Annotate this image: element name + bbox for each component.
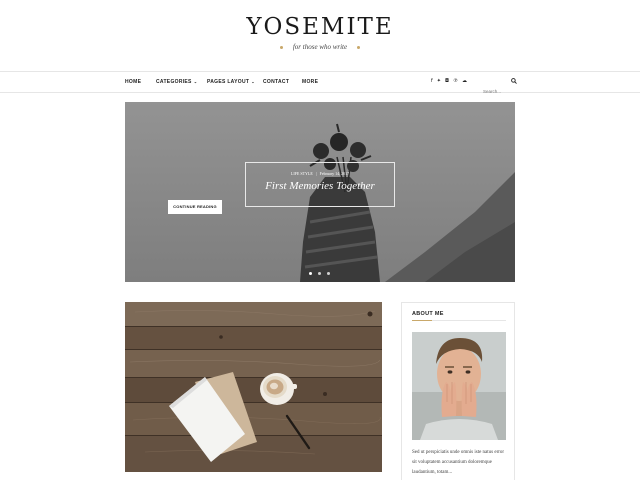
nav-item-label: PAGES LAYOUT bbox=[207, 79, 250, 85]
site-header: YOSEMITE for those who write bbox=[0, 0, 640, 72]
chevron-down-icon: ⌄ bbox=[251, 79, 255, 84]
nav-item-pages-layout[interactable]: PAGES LAYOUT ⌄ bbox=[207, 79, 255, 85]
nav-item-label: HOME bbox=[125, 79, 142, 85]
slider-dot[interactable] bbox=[327, 272, 330, 275]
slide-date: February 14, 2017 bbox=[319, 171, 350, 176]
nav-inner: HOME CATEGORIES ⌄ PAGES LAYOUT ⌄ CONTACT M… bbox=[125, 72, 517, 96]
nav-item-label: CONTACT bbox=[263, 79, 290, 85]
instagram-icon[interactable]: ◘ bbox=[445, 78, 449, 84]
about-text: Sed ut perspiciatis unde omnis iste natu… bbox=[412, 450, 505, 475]
soundcloud-icon[interactable]: ☁ bbox=[462, 78, 467, 84]
nav-item-categories[interactable]: CATEGORIES ⌄ bbox=[156, 79, 197, 85]
search-input[interactable] bbox=[483, 87, 507, 96]
tagline-dot-right bbox=[357, 45, 361, 49]
slider-dot-active[interactable] bbox=[309, 272, 312, 275]
nav-item-contact[interactable]: CONTACT bbox=[263, 79, 289, 85]
twitter-icon[interactable]: ✦ bbox=[437, 78, 441, 84]
search-box bbox=[483, 78, 517, 96]
meta-separator: | bbox=[315, 171, 317, 176]
slide-category[interactable]: LIFE STYLE bbox=[291, 171, 313, 176]
author-photo bbox=[412, 332, 506, 440]
chevron-down-icon: ⌄ bbox=[193, 79, 198, 84]
site-logo[interactable]: YOSEMITE bbox=[0, 14, 640, 40]
nav-item-label: CATEGORIES bbox=[156, 79, 192, 85]
slider-dot[interactable] bbox=[318, 272, 321, 275]
nav-item-more[interactable]: MORE bbox=[302, 79, 318, 85]
slide-title[interactable]: First Memories Together bbox=[246, 180, 394, 192]
slide-caption: LIFE STYLE | February 14, 2017 First Memor… bbox=[245, 162, 395, 207]
continue-reading-button[interactable]: CONTINUE READING bbox=[168, 200, 222, 214]
tagline-text: for those who write bbox=[292, 43, 348, 51]
desk-photo bbox=[125, 302, 382, 472]
nav-item-home[interactable]: HOME bbox=[125, 79, 141, 85]
facebook-icon[interactable]: f bbox=[431, 78, 433, 84]
post-featured-image[interactable] bbox=[125, 302, 382, 472]
nav-item-label: MORE bbox=[302, 79, 319, 85]
tagline: for those who write bbox=[0, 43, 640, 51]
search-icon[interactable] bbox=[511, 78, 517, 84]
pinterest-icon[interactable]: ℗ bbox=[453, 78, 458, 84]
about-me-widget: ABOUT ME Sed ut perspiciatis unde omnis … bbox=[401, 302, 515, 480]
social-links: f ✦ ◘ ℗ ☁ bbox=[431, 78, 471, 84]
widget-title: ABOUT ME bbox=[412, 311, 444, 317]
slide-meta: LIFE STYLE | February 14, 2017 bbox=[246, 171, 394, 176]
main-navigation: HOME CATEGORIES ⌄ PAGES LAYOUT ⌄ CONTACT M… bbox=[0, 71, 640, 96]
featured-slider[interactable]: LIFE STYLE | February 14, 2017 First Memor… bbox=[125, 102, 515, 282]
tagline-dot-left bbox=[279, 45, 283, 49]
widget-title-divider bbox=[412, 320, 506, 321]
